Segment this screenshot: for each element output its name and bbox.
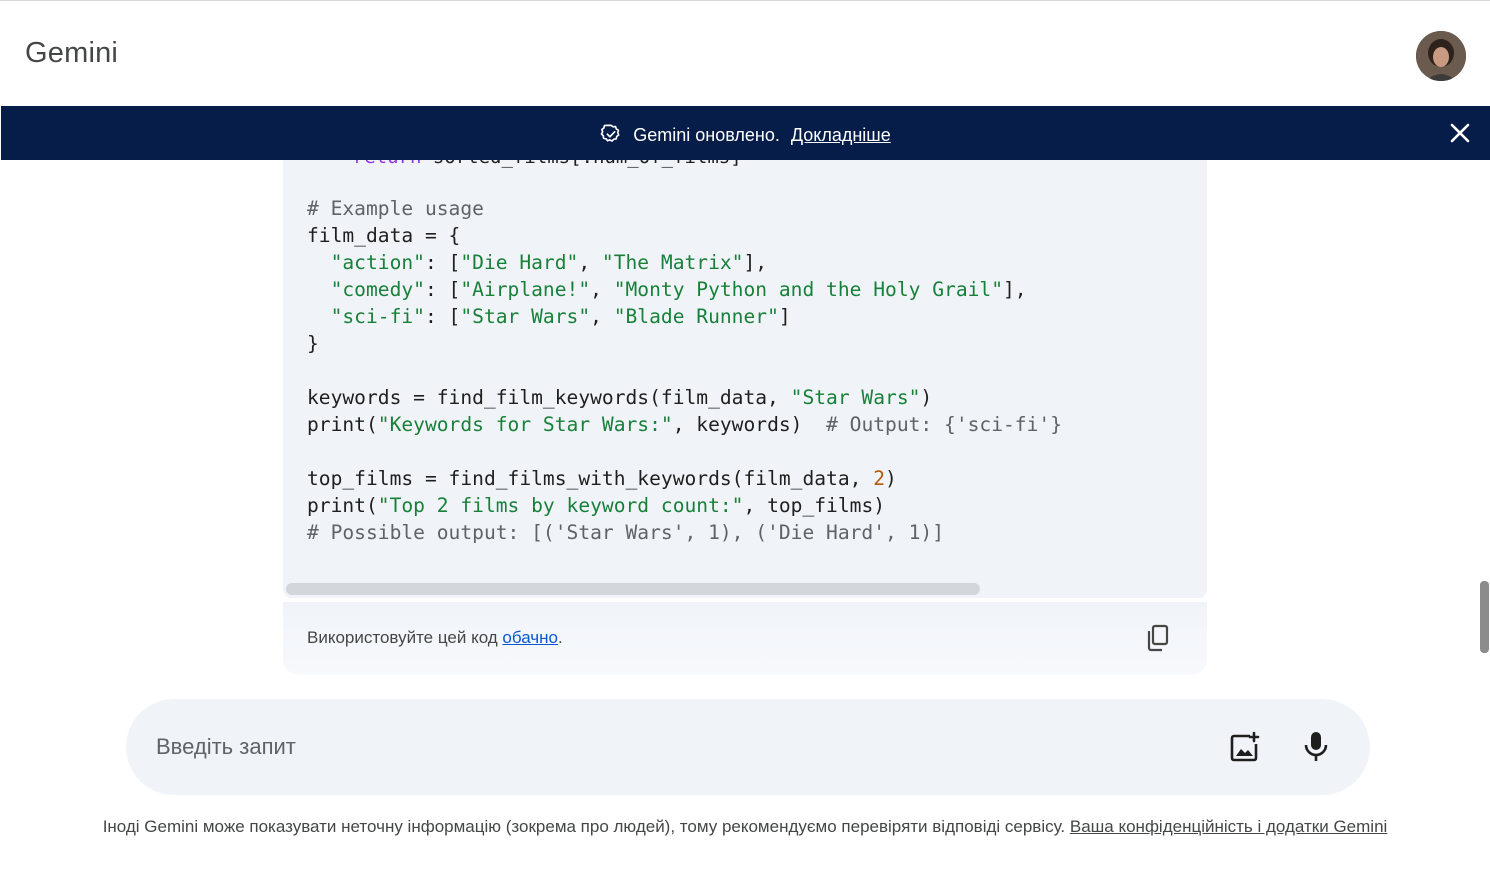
code-line: "comedy": ["Airplane!", "Monty Python an…	[307, 278, 1027, 301]
caution-link[interactable]: обачно	[502, 628, 558, 647]
code-token: , top_films)	[743, 494, 886, 517]
code-token: "Star Wars"	[460, 305, 591, 328]
code-token: "Die Hard"	[460, 251, 579, 274]
banner-learn-more-link[interactable]: Докладніше	[791, 125, 891, 145]
top-bar: Gemini	[0, 1, 1490, 106]
code-line: print("Keywords for Star Wars:", keyword…	[307, 413, 1062, 436]
code-token: "action"	[330, 251, 425, 274]
code-token: )	[885, 467, 897, 490]
code-token: "sci-fi"	[330, 305, 425, 328]
code-footer: Використовуйте цей код обачно.	[283, 602, 1207, 675]
code-token: : [	[424, 278, 461, 301]
code-token: keywords = find_film_keywords(film_data,	[307, 386, 791, 409]
code-token: film_data = {	[307, 224, 461, 247]
microphone-button[interactable]	[1301, 729, 1331, 765]
add-image-icon	[1230, 731, 1260, 762]
code-line: print("Top 2 films by keyword count:", t…	[307, 494, 885, 517]
code-cut-line: return sorted_films[:num_of_films]	[307, 160, 742, 168]
code-token: 2	[873, 467, 886, 490]
code-block: return sorted_films[:num_of_films] # Exa…	[283, 160, 1207, 598]
code-token: # Output: {'sci-fi'}	[826, 413, 1062, 436]
caution-note: Використовуйте цей код обачно.	[307, 628, 563, 648]
code-token: top_films = find_films_with_keywords(fil…	[307, 467, 874, 490]
code-token: "The Matrix"	[601, 251, 744, 274]
close-banner-button[interactable]	[1448, 121, 1472, 145]
app-title[interactable]: Gemini	[25, 37, 118, 70]
add-image-button[interactable]	[1226, 729, 1262, 765]
close-icon	[1450, 123, 1470, 143]
code-token: "Airplane!"	[460, 278, 591, 301]
prompt-input[interactable]	[156, 729, 1156, 765]
disclaimer-text: Іноді Gemini може показувати неточну інф…	[102, 817, 1070, 836]
code-token: ],	[743, 251, 768, 274]
horizontal-scrollbar-thumb[interactable]	[286, 583, 980, 595]
code-token: : [	[424, 251, 461, 274]
code-content: # Example usage film_data = { "action": …	[307, 195, 1062, 546]
code-token: "Monty Python and the Holy Grail"	[613, 278, 1004, 301]
code-line: keywords = find_film_keywords(film_data,…	[307, 386, 932, 409]
check-badge-icon	[600, 123, 622, 150]
code-token: : [	[424, 305, 461, 328]
copy-icon	[1147, 624, 1169, 652]
code-token: # Example usage	[307, 197, 484, 220]
code-token: # Possible output: [('Star Wars', 1), ('…	[307, 521, 945, 544]
code-line: }	[307, 332, 319, 355]
code-token: "Top 2 films by keyword count:"	[377, 494, 744, 517]
code-line: top_films = find_films_with_keywords(fil…	[307, 467, 897, 490]
update-banner: Gemini оновлено. Докладніше	[1, 106, 1490, 160]
microphone-icon	[1304, 732, 1328, 761]
horizontal-scrollbar[interactable]	[286, 583, 1204, 595]
caution-note-suffix: .	[558, 628, 563, 647]
code-token: "Star Wars"	[790, 386, 921, 409]
code-token: ,	[590, 305, 614, 328]
code-token: ]	[778, 305, 791, 328]
code-line: film_data = {	[307, 224, 460, 247]
banner-message: Gemini оновлено.	[633, 125, 780, 145]
avatar-image	[1416, 31, 1466, 81]
prompt-bar	[126, 699, 1370, 795]
code-line: # Example usage	[307, 197, 484, 220]
copy-code-button[interactable]	[1145, 624, 1171, 652]
caution-note-text: Використовуйте цей код	[307, 628, 503, 647]
code-line: "sci-fi": ["Star Wars", "Blade Runner"]	[307, 305, 791, 328]
code-token: print(	[307, 494, 378, 517]
code-token: ,	[578, 251, 602, 274]
code-token: print(	[307, 413, 378, 436]
code-token: "Blade Runner"	[613, 305, 779, 328]
code-token: }	[307, 332, 319, 355]
code-line: "action": ["Die Hard", "The Matrix"],	[307, 251, 767, 274]
code-token: )	[920, 386, 933, 409]
code-line: # Possible output: [('Star Wars', 1), ('…	[307, 521, 944, 544]
banner-content: Gemini оновлено. Докладніше	[1, 123, 1490, 150]
code-token: ],	[1003, 278, 1027, 301]
code-token: "Keywords for Star Wars:"	[377, 413, 673, 436]
page-scrollbar-thumb[interactable]	[1480, 581, 1489, 653]
privacy-link[interactable]: Ваша конфіденційність і додатки Gemini	[1070, 817, 1387, 836]
avatar[interactable]	[1416, 31, 1466, 81]
code-token: , keywords)	[672, 413, 827, 436]
disclaimer: Іноді Gemini може показувати неточну інф…	[60, 815, 1430, 838]
code-token: ,	[590, 278, 614, 301]
code-token: "comedy"	[330, 278, 425, 301]
code-cut-text: sorted_films[:num_of_films]	[421, 160, 742, 168]
